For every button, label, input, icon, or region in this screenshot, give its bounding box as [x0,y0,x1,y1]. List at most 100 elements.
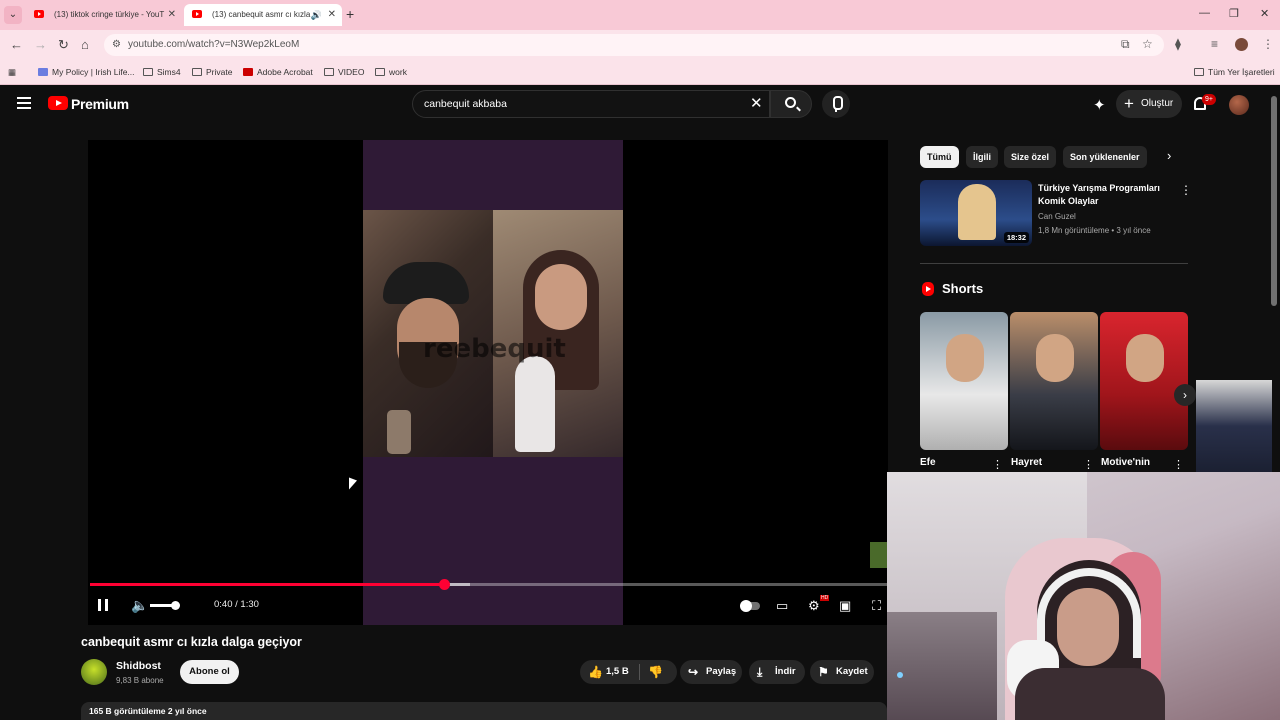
bookmark-sims4[interactable]: Sims4 [143,65,181,79]
settings-icon[interactable]: ⚙ [808,598,820,614]
video-title: canbequit asmr cı kızla dalga geçiyor [81,635,302,649]
chevron-right-icon[interactable]: › [1167,148,1171,163]
install-icon[interactable]: ⧉ [1121,37,1130,52]
create-button[interactable]: Oluştur [1116,90,1182,118]
browser-menu-icon[interactable]: ⋮ [1262,37,1274,51]
shorts-next-icon[interactable]: › [1174,384,1196,406]
pdf-icon [243,68,253,76]
reload-icon[interactable]: ↻ [58,37,69,53]
short-title[interactable]: Hayret [1011,457,1042,468]
page-scrollbar[interactable] [1271,96,1277,306]
video-content: reebequit [363,210,623,457]
clear-search-icon[interactable]: ✕ [750,94,763,112]
webcam-overlay [887,472,1280,720]
short-thumbnail[interactable] [920,312,1008,450]
tab-search-icon[interactable]: ⌄ [4,6,22,24]
video-watermark: reebequit [423,334,566,364]
shorts-icon [922,282,934,296]
bookmark-my-policy[interactable]: My Policy | Irish Life... [38,65,135,79]
search-button[interactable] [770,90,812,118]
pause-icon[interactable] [98,599,108,611]
autoplay-toggle[interactable] [740,600,760,612]
can [387,410,411,454]
all-bookmarks[interactable]: Tüm Yer İşaretleri [1194,65,1275,79]
recommended-channel[interactable]: Can Guzel [1038,212,1076,221]
account-avatar[interactable] [1229,95,1249,115]
profile-avatar[interactable] [1235,38,1248,51]
bookmark-star-icon[interactable]: ☆ [1142,37,1153,51]
like-icon[interactable]: 👍 [588,660,603,684]
recommended-thumbnail[interactable]: 18:32 [920,180,1032,246]
shirt [1015,668,1165,720]
subscribe-button[interactable]: Abone ol [180,660,239,684]
url-text: youtube.com/watch?v=N3Wep2kLeoM [128,39,300,50]
apps-icon[interactable]: ▦ [8,65,16,79]
close-tab-icon[interactable]: ✕ [168,4,176,26]
premium-badge-icon[interactable]: ✦ [1093,96,1106,114]
forward-icon[interactable]: → [34,37,47,52]
close-tab-icon[interactable]: ✕ [328,4,336,26]
video-player[interactable]: reebequit 🔈 0:40 / 1:30 ▭ ⚙ HD ▣ ⛶ [88,140,888,625]
bookmark-adobe-acrobat[interactable]: Adobe Acrobat [243,65,313,79]
bookmark-private[interactable]: Private [192,65,232,79]
bookmarks-bar: ▦ My Policy | Irish Life... Sims4 Privat… [0,60,1280,85]
channel-name[interactable]: Shidbost [116,660,161,672]
bookmark-video[interactable]: VIDEO [324,65,364,79]
notification-badge: 9+ [1202,94,1216,105]
tab-title: (13) tiktok cringe türkiye - YouT [54,10,165,19]
recommended-title[interactable]: Türkiye Yarışma Programları Komik Olayla… [1038,182,1178,208]
youtube-logo-icon[interactable] [48,96,68,110]
short-thumbnail[interactable] [1010,312,1098,450]
premium-logo-text[interactable]: Premium [71,96,129,112]
media-icon[interactable]: ≡ [1211,37,1218,51]
end-screen-thumbnail[interactable] [870,542,888,568]
more-options-icon[interactable]: ⋮ [1173,458,1184,471]
bookmark-work[interactable]: work [375,65,407,79]
short-thumbnail-partial[interactable] [1196,380,1272,472]
channel-avatar[interactable] [81,659,107,685]
close-window-icon[interactable]: ✕ [1260,7,1269,20]
extensions-icon[interactable]: ⧫ [1175,37,1181,51]
video-duration: 18:32 [1003,232,1029,243]
save-button[interactable]: ⚑ Kaydet [810,660,874,684]
divider [920,263,1188,264]
fullscreen-icon[interactable]: ⛶ [872,598,881,614]
chip-recent[interactable]: Son yüklenenler [1063,146,1147,168]
minimize-icon[interactable]: — [1199,7,1210,19]
home-icon[interactable]: ⌂ [81,37,89,52]
dislike-icon[interactable]: 👎 [648,660,663,684]
menu-icon[interactable] [17,97,31,109]
speaker-icon[interactable]: 🔊 [311,4,322,26]
volume-handle[interactable] [171,601,180,610]
download-button[interactable]: ⤓ İndir [749,660,805,684]
site-info-icon[interactable]: ⚙ [112,34,121,56]
hd-badge: HD [820,595,830,601]
chip-related[interactable]: İlgili [966,146,998,168]
volume-icon[interactable]: 🔈 [131,597,148,614]
new-tab-icon[interactable]: + [346,6,354,22]
folder-icon [143,68,153,76]
url-field[interactable]: ⚙ youtube.com/watch?v=N3Wep2kLeoM [104,34,1164,56]
youtube-header: Premium canbequit akbaba ✕ ✦ Oluştur 9+ [0,85,1280,125]
more-options-icon[interactable]: ⋮ [1180,183,1192,197]
back-icon[interactable]: ← [10,37,23,52]
short-title[interactable]: Motive'nin [1101,457,1150,468]
scrubber-handle[interactable] [439,579,450,590]
search-input[interactable]: canbequit akbaba [412,90,770,118]
share-button[interactable]: ↪ Paylaş [680,660,742,684]
miniplayer-icon[interactable]: ▣ [839,598,851,614]
subtitles-icon[interactable]: ▭ [776,598,788,614]
browser-tab-1[interactable]: (13) tiktok cringe türkiye - YouT ✕ [26,4,182,26]
more-options-icon[interactable]: ⋮ [1083,458,1094,471]
restore-icon[interactable]: ❐ [1229,7,1239,20]
description-box[interactable]: 165 B görüntüleme 2 yıl önce [81,702,887,720]
chip-all[interactable]: Tümü [920,146,959,168]
like-count[interactable]: 1,5 B [606,660,629,684]
mic-icon[interactable] [822,90,850,118]
more-options-icon[interactable]: ⋮ [992,458,1003,471]
save-label: Kaydet [836,666,868,677]
browser-tab-2[interactable]: (13) canbequit asmr cı kızla 🔊 ✕ [184,4,342,26]
short-thumbnail[interactable] [1100,312,1188,450]
chip-for-you[interactable]: Size özel [1004,146,1057,168]
short-title[interactable]: Efe [920,457,936,468]
